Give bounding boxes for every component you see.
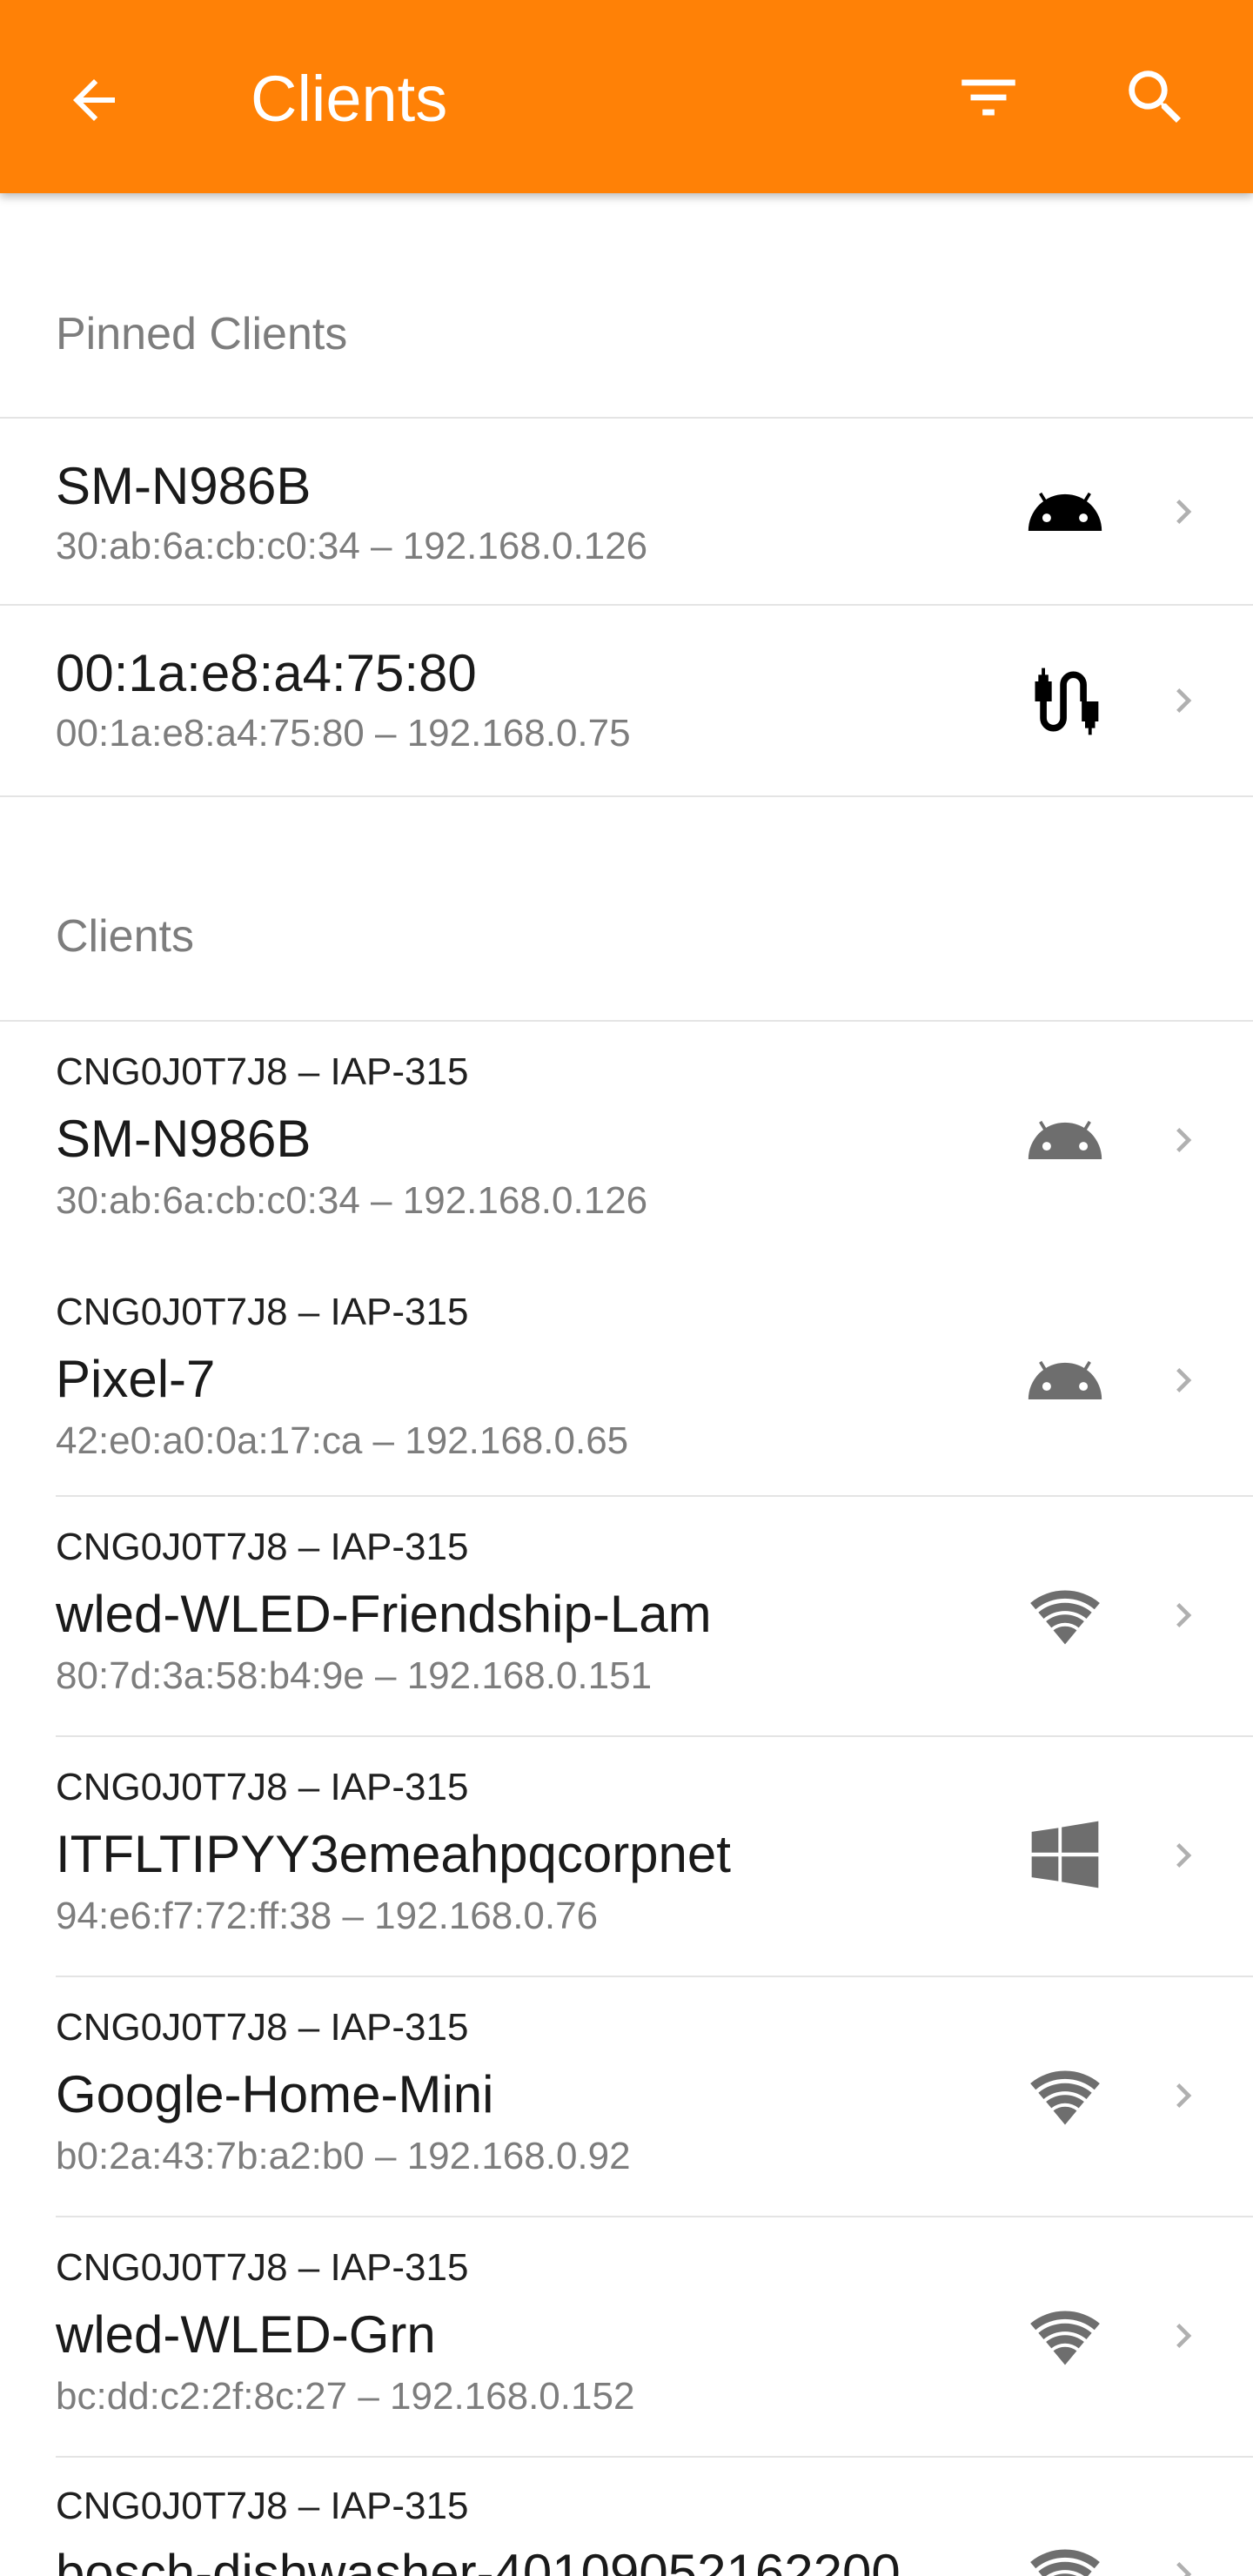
page-title: Clients (251, 63, 448, 135)
client-name: bosch-dishwasher-40109052162200 (56, 2544, 901, 2576)
chevron-right-icon (1157, 1580, 1209, 1650)
client-name: Pixel-7 (56, 1350, 216, 1408)
access-point-label: CNG0J0T7J8 – IAP-315 (56, 2246, 469, 2289)
search-icon (1129, 70, 1182, 124)
chevron-right-icon (1157, 477, 1209, 547)
client-detail: 30:ab:6a:cb:c0:34 – 192.168.0.126 (56, 525, 648, 567)
back-button[interactable] (52, 58, 136, 142)
wifi-icon (1013, 2047, 1117, 2143)
access-point-label: CNG0J0T7J8 – IAP-315 (56, 2485, 469, 2527)
wifi-icon (1013, 2287, 1117, 2383)
client-detail: b0:2a:43:7b:a2:b0 – 192.168.0.92 (56, 2135, 631, 2177)
client-row[interactable]: CNG0J0T7J8 – IAP-315 bosch-dishwasher-40… (0, 2458, 1253, 2576)
client-name: SM-N986B (56, 1110, 312, 1168)
client-name: 00:1a:e8:a4:75:80 (56, 644, 477, 702)
pinned-client-row[interactable]: SM-N986B 30:ab:6a:cb:c0:34 – 192.168.0.1… (0, 419, 1253, 604)
chevron-right-icon (1157, 2539, 1209, 2576)
arrow-back-icon (73, 79, 115, 121)
android-icon (1013, 463, 1117, 559)
wifi-icon (1013, 2526, 1117, 2576)
app-bar: Clients (0, 0, 1253, 193)
chevron-right-icon (1157, 2301, 1209, 2371)
divider (0, 417, 1253, 419)
client-name: Google-Home-Mini (56, 2065, 494, 2123)
chevron-right-icon (1157, 1821, 1209, 1890)
client-name: wled-WLED-Grn (56, 2305, 436, 2364)
filter-icon (962, 79, 1015, 116)
access-point-label: CNG0J0T7J8 – IAP-315 (56, 1526, 469, 1568)
client-detail: 00:1a:e8:a4:75:80 – 192.168.0.75 (56, 712, 631, 755)
ethernet-cable-icon (1013, 654, 1117, 749)
divider (0, 604, 1253, 606)
chevron-right-icon (1157, 666, 1209, 735)
client-detail: 42:e0:a0:0a:17:ca – 192.168.0.65 (56, 1419, 629, 1462)
client-detail: 80:7d:3a:58:b4:9e – 192.168.0.151 (56, 1654, 653, 1697)
client-row[interactable]: CNG0J0T7J8 – IAP-315 ITFLTIPYY3emeahpqco… (0, 1737, 1253, 1976)
client-name: wled-WLED-Friendship-Lam (56, 1585, 712, 1643)
chevron-right-icon (1157, 2061, 1209, 2130)
client-row[interactable]: CNG0J0T7J8 – IAP-315 Pixel-7 42:e0:a0:0a… (0, 1262, 1253, 1495)
access-point-label: CNG0J0T7J8 – IAP-315 (56, 1766, 469, 1808)
client-name: ITFLTIPYY3emeahpqcorpnet (56, 1825, 731, 1883)
filter-button[interactable] (947, 56, 1030, 139)
access-point-label: CNG0J0T7J8 – IAP-315 (56, 1050, 469, 1093)
client-detail: bc:dd:c2:2f:8c:27 – 192.168.0.152 (56, 2375, 635, 2418)
wifi-icon (1013, 1566, 1117, 1662)
client-row[interactable]: CNG0J0T7J8 – IAP-315 SM-N986B 30:ab:6a:c… (0, 1022, 1253, 1262)
search-button[interactable] (1114, 56, 1197, 139)
android-icon (1013, 1091, 1117, 1187)
chevron-right-icon (1157, 1345, 1209, 1415)
windows-icon (1013, 1807, 1117, 1902)
client-detail: 94:e6:f7:72:ff:38 – 192.168.0.76 (56, 1895, 599, 1937)
client-row[interactable]: CNG0J0T7J8 – IAP-315 wled-WLED-Grn bc:dd… (0, 2217, 1253, 2456)
client-row[interactable]: CNG0J0T7J8 – IAP-315 wled-WLED-Friendshi… (0, 1497, 1253, 1735)
client-name: SM-N986B (56, 457, 312, 515)
chevron-right-icon (1157, 1105, 1209, 1175)
pinned-client-row[interactable]: 00:1a:e8:a4:75:80 00:1a:e8:a4:75:80 – 19… (0, 607, 1253, 796)
client-detail: 30:ab:6a:cb:c0:34 – 192.168.0.126 (56, 1179, 648, 1222)
access-point-label: CNG0J0T7J8 – IAP-315 (56, 1291, 469, 1333)
access-point-label: CNG0J0T7J8 – IAP-315 (56, 2006, 469, 2049)
divider (0, 795, 1253, 797)
android-icon (1013, 1332, 1117, 1427)
client-row[interactable]: CNG0J0T7J8 – IAP-315 Google-Home-Mini b0… (0, 1977, 1253, 2216)
